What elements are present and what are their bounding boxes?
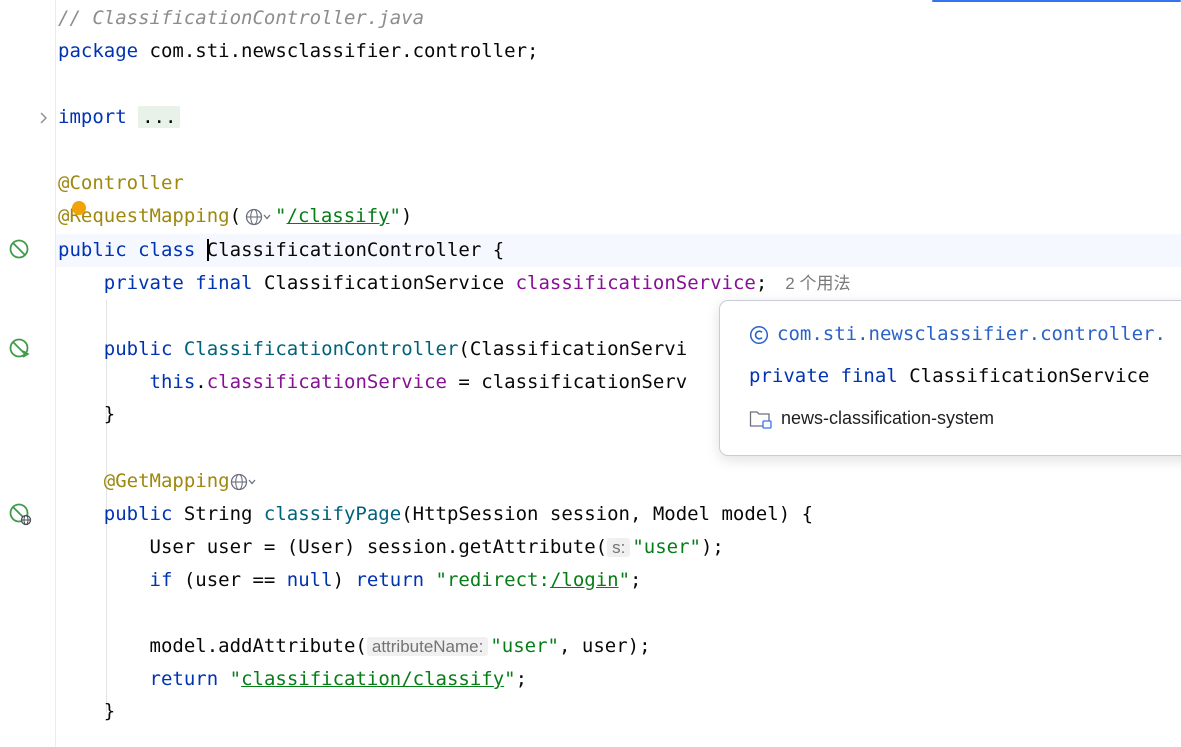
string-literal: "user" [490,635,559,657]
return-type: String [172,503,264,525]
string-quote: " [229,668,242,690]
login-path-link[interactable]: /login [550,569,619,591]
if-line[interactable]: if (user == null) return "redirect:/logi… [58,564,642,597]
quick-documentation-popup[interactable]: com.sti.newsclassifier.controller. priva… [719,300,1181,456]
string-quote: " [275,205,287,227]
if-condition: (user == [172,569,287,591]
null-keyword: null [286,569,333,591]
return-line[interactable]: return "classification/classify"; [58,663,528,696]
popup-type-name: ClassificationService [909,365,1150,387]
class-keyword: class [138,239,196,261]
string-literal: "user" [632,536,701,558]
final-keyword: final [195,272,253,294]
field-declaration-line[interactable]: private final ClassificationService clas… [58,267,851,300]
request-path-link[interactable]: /classify [287,205,390,227]
paren-open: ( [229,205,242,227]
popup-module-row: news-classification-system [749,408,994,429]
spring-injection-icon[interactable] [8,337,32,361]
intention-bulb-icon[interactable] [72,201,86,215]
get-mapping-line[interactable]: @GetMapping [58,465,260,498]
this-keyword: this [149,371,196,393]
popup-package-link[interactable]: com.sti.newsclassifier.controller. [777,323,1166,345]
constructor-name: ClassificationController [183,338,459,360]
statement-end: ); [700,536,724,558]
model-attribute-line[interactable]: model.addAttribute(attributeName: "user",… [58,630,651,663]
controller-annotation: @Controller [58,172,184,194]
parameter-hint: s: [607,538,631,557]
class-name: ClassificationController [206,239,482,261]
active-tab-indicator [932,0,1181,2]
file-comment-line[interactable]: // ClassificationController.java [58,2,424,35]
field-name[interactable]: classificationService [516,272,756,294]
method-declaration-line[interactable]: public String classifyPage(HttpSession s… [58,498,813,531]
field-reference: classificationService [206,371,447,393]
string-quote: " [618,569,631,591]
import-keyword: import [58,106,127,128]
assignment-rest: = classificationServ [446,371,688,393]
semicolon: ; [630,569,642,591]
if-keyword: if [149,569,173,591]
popup-package-row[interactable]: com.sti.newsclassifier.controller. [749,323,1166,345]
private-keyword: private [749,365,830,387]
import-fold-placeholder[interactable]: ... [138,106,181,128]
final-keyword: final [840,365,898,387]
constructor-close-line[interactable]: } [58,398,115,431]
brace-open: { [481,239,505,261]
chevron-right-icon[interactable] [38,111,48,125]
constructor-line[interactable]: public ClassificationController(Classifi… [58,333,687,366]
comment-text: // ClassificationController.java [58,7,425,29]
package-name: com.sti.newsclassifier.controller; [138,40,539,62]
get-mapping-annotation: @GetMapping [103,470,230,492]
globe-icon[interactable] [230,473,258,491]
spring-web-endpoint-icon[interactable] [8,502,32,526]
package-line[interactable]: package com.sti.newsclassifier.controlle… [58,35,538,68]
public-keyword: public [58,239,127,261]
return-keyword: return [355,569,425,591]
globe-icon[interactable] [245,208,273,226]
usages-count-link[interactable]: 2 个用法 [785,274,850,293]
brace-close: } [103,700,116,722]
statement-end: , user); [559,635,651,657]
code-editor[interactable]: // ClassificationController.java package… [0,0,1181,747]
return-keyword: return [149,668,219,690]
private-keyword: private [103,272,184,294]
public-keyword: public [103,338,173,360]
semicolon: ; [515,668,528,690]
user-declaration: User user = (User) session.getAttribute( [149,536,608,558]
template-path-link[interactable]: classification/classify [241,668,504,690]
assignment-line[interactable]: this.classificationService = classificat… [58,366,688,399]
string-quote: " [389,205,401,227]
paren-close: ) [400,205,413,227]
method-params: (HttpSession session, Model model) { [401,503,814,525]
string-literal: "redirect: [435,569,550,591]
package-keyword: package [58,40,139,62]
popup-declaration-row: private final ClassificationService [749,365,1149,387]
brace-close: } [103,403,116,425]
request-mapping-line[interactable]: @RequestMapping("/classify") [58,200,412,233]
popup-module-name: news-classification-system [781,408,995,428]
dot: . [195,371,207,393]
semicolon: ; [755,272,768,294]
class-c-icon [749,325,769,344]
user-declaration-line[interactable]: User user = (User) session.getAttribute(… [58,531,724,564]
public-keyword: public [103,503,173,525]
paren-close: ) [332,569,356,591]
class-declaration-line[interactable]: public class ClassificationController { [58,234,504,267]
text-caret [206,238,209,261]
spring-bean-icon[interactable] [8,238,32,262]
constructor-params: (ClassificationServi [458,338,688,360]
model-call: model.addAttribute( [149,635,367,657]
method-close-line[interactable]: } [58,695,115,728]
method-name: classifyPage [263,503,402,525]
string-quote: " [504,668,516,690]
controller-annotation-line[interactable]: @Controller [58,167,184,200]
folder-icon [749,411,772,429]
parameter-hint: attributeName: [366,637,489,656]
field-type: ClassificationService [252,272,516,294]
import-line[interactable]: import ... [58,101,181,134]
